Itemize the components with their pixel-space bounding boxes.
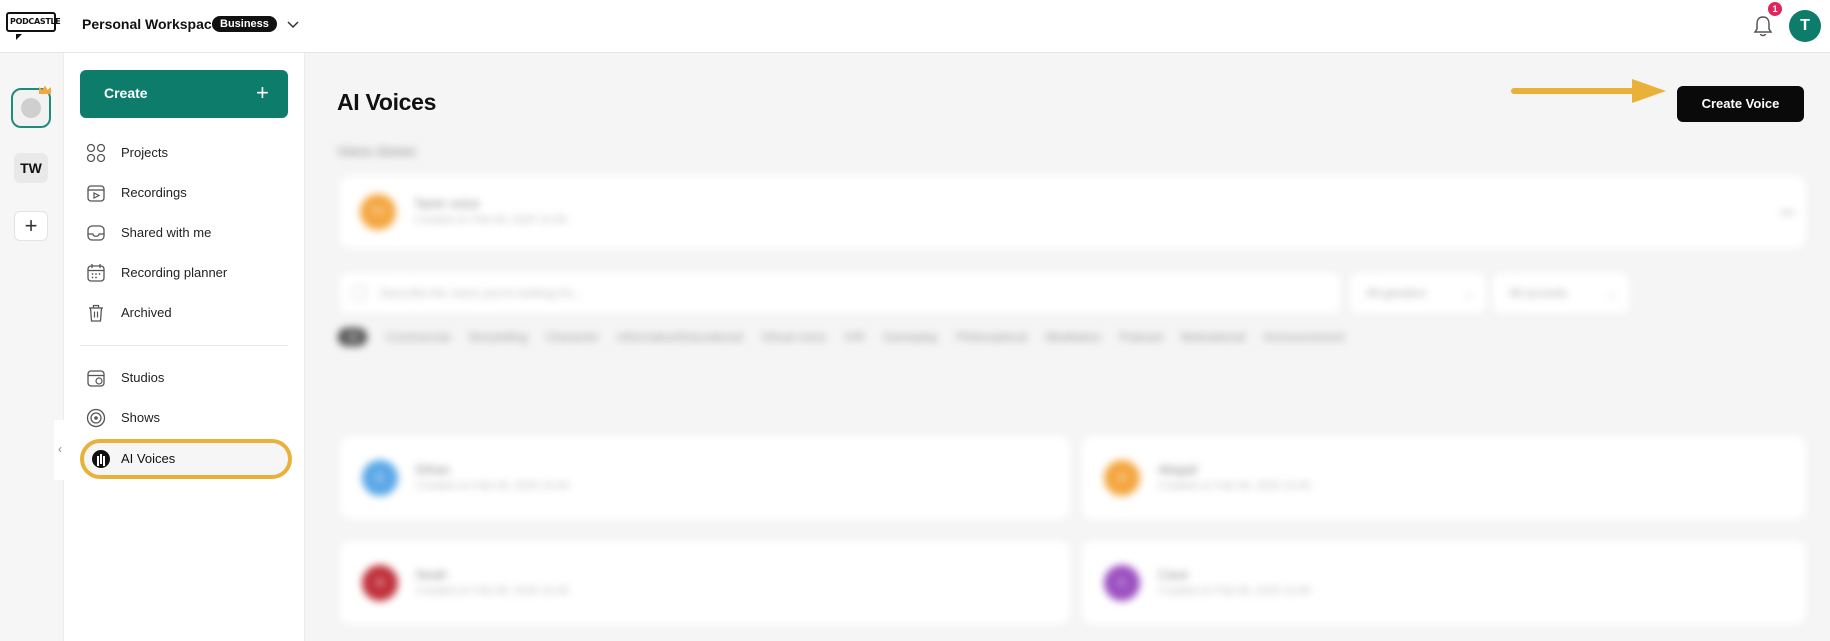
broadcast-icon [86, 408, 106, 428]
chip[interactable]: Philosophical [956, 330, 1027, 344]
chip[interactable]: Motivational [1181, 330, 1245, 344]
voice-avatar: E [362, 460, 398, 496]
chip[interactable]: IVR [845, 330, 865, 344]
workspace-name[interactable]: Personal Workspace [82, 16, 219, 32]
chevron-down-icon: ⌄ [1606, 286, 1617, 300]
sidebar-item-label: Recordings [121, 185, 187, 200]
gender-filter-dropdown[interactable]: All genders ⌄ [1350, 273, 1486, 313]
voice-avatar: N [362, 565, 398, 601]
more-options-icon[interactable]: ••• [1780, 204, 1795, 220]
voice-avatar: C [1104, 565, 1140, 601]
top-bar: PODCASTLE Personal Workspace Business 1 … [0, 0, 1830, 53]
logo-text: PODCASTLE [6, 12, 61, 32]
search-placeholder: Describe the voice you're looking for... [380, 286, 583, 300]
voice-clones-heading: Voice clones [337, 143, 416, 159]
sidebar-item-label: Projects [121, 145, 168, 160]
voice-name: Cave [1158, 567, 1189, 582]
voice-name: Tamir voice [414, 196, 480, 211]
sidebar-item-label: AI Voices [121, 451, 176, 466]
chevron-down-icon[interactable] [285, 16, 301, 32]
voice-created-date: Created on Feb 06, 2025 10:45 [1158, 585, 1311, 597]
sidebar-item-studios[interactable]: Studios [80, 363, 288, 393]
arrow-annotation-icon [1511, 79, 1666, 103]
page-title: AI Voices [337, 89, 437, 115]
voice-avatar: A [1104, 460, 1140, 496]
voice-created-date: Created on Feb 06, 2025 10:45 [416, 480, 569, 492]
sidebar-item-label: Studios [121, 370, 165, 385]
chip[interactable]: Meditation [1046, 330, 1101, 344]
gender-filter-value: All genders [1366, 286, 1427, 300]
search-icon [352, 286, 366, 300]
voice-card[interactable]: A Abigail Created on Feb 06, 2025 10:45 [1082, 436, 1806, 519]
chip[interactable]: Gameplay [883, 330, 938, 344]
create-voice-button[interactable]: Create Voice [1677, 86, 1804, 122]
chip[interactable]: Commercial [386, 330, 450, 344]
workspace-rail: TW + [0, 53, 64, 641]
chip[interactable]: Virtual voice [761, 330, 826, 344]
user-avatar[interactable]: T [1789, 10, 1821, 42]
voice-card[interactable]: E Ethan Created on Feb 06, 2025 10:45 [340, 436, 1070, 519]
sidebar-item-ai-voices[interactable]: AI Voices [80, 439, 292, 479]
sidebar-item-archived[interactable]: Archived [80, 298, 288, 328]
sidebar: Create + Projects Recordings Shared with… [64, 53, 305, 641]
voice-created-date: Created on Feb 06, 2025 10:45 [1158, 480, 1311, 492]
workspace-switcher-tw[interactable]: TW [14, 153, 48, 183]
main-content: AI Voices Create Voice Voice clones TV T… [305, 53, 1830, 641]
category-chips: All Commercial Storytelling Character In… [338, 328, 1358, 350]
sidebar-item-recordings[interactable]: Recordings [80, 178, 288, 208]
home-icon [21, 98, 41, 118]
sidebar-item-label: Shows [121, 410, 161, 425]
create-button[interactable]: Create + [80, 70, 288, 118]
grid-icon [86, 143, 106, 163]
sidebar-item-shows[interactable]: Shows [80, 403, 288, 433]
chip[interactable]: Character [546, 330, 599, 344]
recordings-icon [87, 185, 105, 202]
studio-calendar-icon [87, 370, 105, 387]
chip[interactable]: All [338, 328, 368, 346]
voice-card[interactable]: N Noah Created on Feb 06, 2025 10:45 [340, 541, 1070, 624]
sidebar-item-shared-with-me[interactable]: Shared with me [80, 218, 288, 248]
plus-icon: + [256, 80, 269, 105]
sidebar-item-label: Shared with me [121, 225, 212, 240]
ai-voice-icon [92, 450, 110, 468]
accent-filter-value: All accents [1509, 286, 1568, 300]
voice-created-date: Created on Feb 06, 2025 10:45 [416, 585, 569, 597]
inbox-icon [87, 225, 105, 241]
trash-icon [89, 304, 103, 322]
accent-filter-dropdown[interactable]: All accents ⌄ [1493, 273, 1629, 313]
voice-name: Ethan [416, 462, 450, 477]
voice-search-bar[interactable]: Describe the voice you're looking for... [340, 273, 1340, 313]
sidebar-item-projects[interactable]: Projects [80, 138, 288, 168]
chip[interactable]: Podcast [1119, 330, 1162, 344]
chip[interactable]: Storytelling [468, 330, 527, 344]
sidebar-item-label: Recording planner [121, 265, 228, 280]
plan-badge: Business [212, 16, 277, 32]
voice-name: Noah [416, 567, 448, 582]
create-button-label: Create [104, 85, 148, 101]
chip[interactable]: Informative/Educational [617, 330, 742, 344]
chip[interactable]: Announcement [1264, 330, 1345, 344]
sidebar-item-recording-planner[interactable]: Recording planner [80, 258, 288, 288]
notification-count-badge: 1 [1768, 2, 1782, 16]
add-workspace-button[interactable]: + [14, 211, 48, 241]
bell-icon[interactable] [1752, 14, 1774, 38]
chevron-down-icon: ⌄ [1463, 286, 1474, 300]
voice-card[interactable]: C Cave Created on Feb 06, 2025 10:45 [1082, 541, 1806, 624]
logo-tail-icon [16, 34, 22, 40]
sidebar-item-label: Archived [121, 305, 172, 320]
voice-clone-card[interactable]: TV Tamir voice Created on Feb 06, 2025 1… [340, 176, 1806, 248]
calendar-icon [87, 264, 105, 282]
chevron-left-icon: ‹ [58, 442, 62, 456]
voice-name: Abigail [1158, 462, 1198, 477]
crown-icon [39, 85, 51, 94]
podcastle-logo[interactable]: PODCASTLE [6, 12, 61, 42]
voice-avatar: TV [360, 194, 396, 230]
sidebar-divider [80, 345, 288, 346]
voice-created-date: Created on Feb 06, 2025 10:45 [414, 214, 567, 226]
